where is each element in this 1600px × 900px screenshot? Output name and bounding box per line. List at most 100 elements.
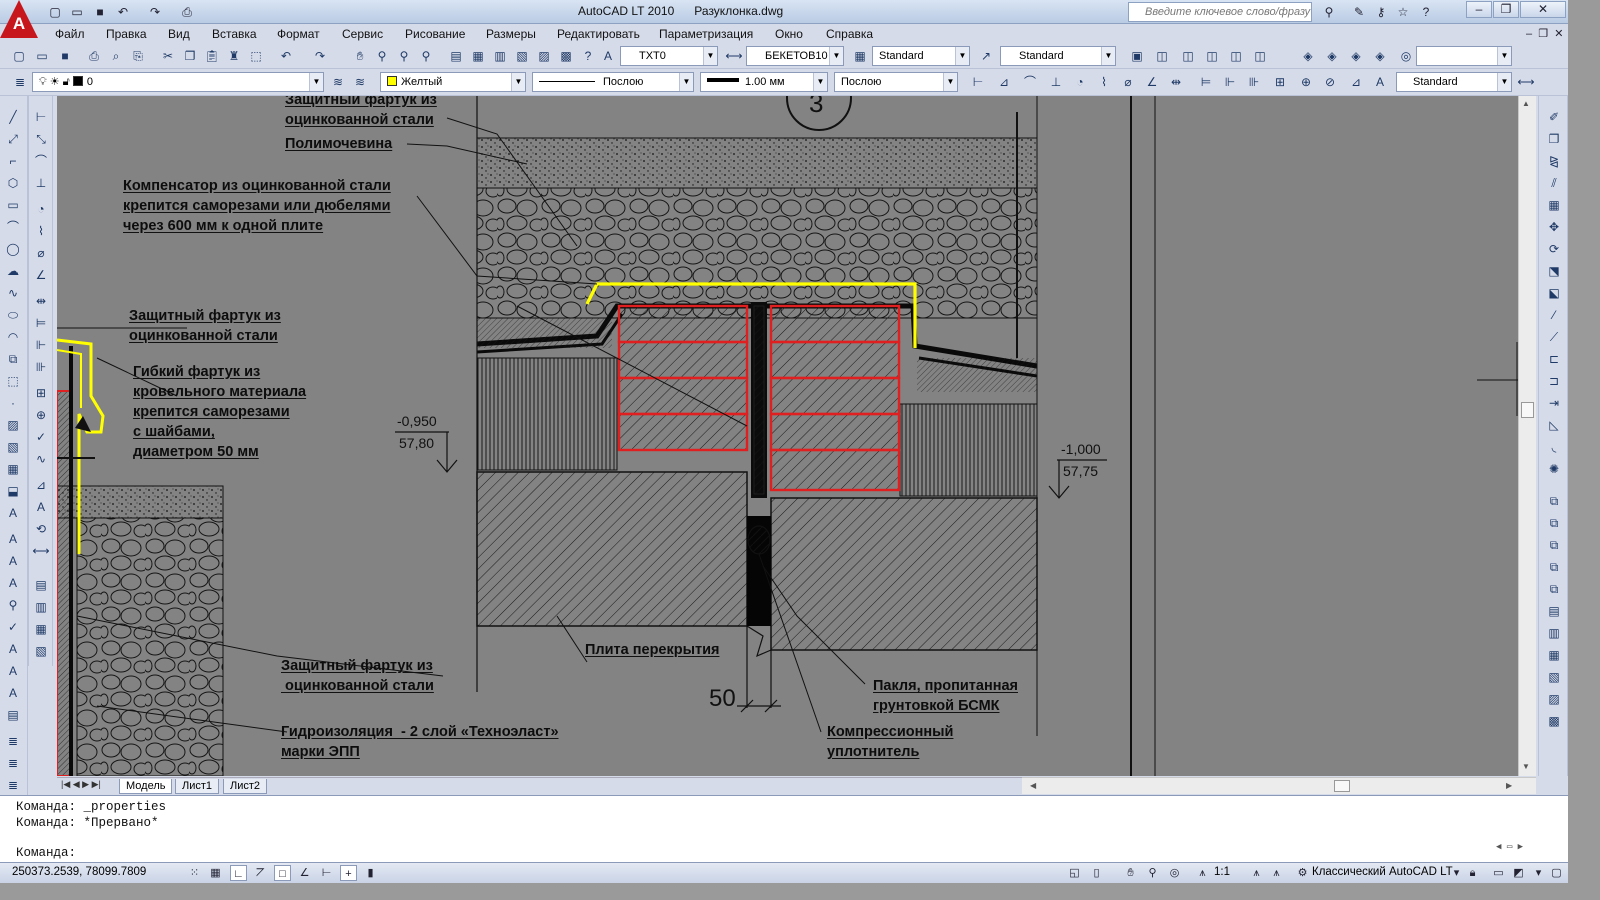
menu-dimension[interactable]: Размеры [486, 27, 536, 41]
bring-above-icon[interactable]: ⧉ [1545, 558, 1563, 576]
dynamic-ucs-icon[interactable]: ⊢ [318, 865, 335, 881]
pan-icon[interactable]: ✋︎ [350, 46, 370, 66]
open-icon[interactable]: ▭ [32, 46, 52, 66]
convert-text-icon[interactable]: A [4, 684, 22, 702]
iso-sw-icon[interactable]: ◈ [1298, 46, 1318, 66]
scroll-left-icon[interactable]: ◀ [1030, 781, 1036, 790]
grid-display-icon[interactable]: ▦ [207, 865, 224, 881]
help-icon[interactable]: ? [1417, 3, 1435, 20]
menu-help[interactable]: Справка [826, 27, 873, 41]
tab-nav-arrows[interactable]: |◀ ◀ ▶ ▶| [61, 779, 101, 790]
binoculars-icon[interactable]: ⚲ [1320, 3, 1338, 20]
dim-style-dropdown-2[interactable]: Standard ▼ [1396, 72, 1512, 92]
dim-text-edit-icon[interactable]: A [1370, 72, 1390, 92]
object-snap-tracking-icon[interactable]: ∠ [296, 865, 313, 881]
send-back-icon[interactable]: ⧉ [1545, 536, 1563, 554]
named-views-dropdown[interactable]: ▼ [1416, 46, 1512, 66]
aligned-dim-icon[interactable]: ⊿ [994, 72, 1014, 92]
lock-icon[interactable]: 🔒︎ [1464, 865, 1481, 881]
workspace-dropdown-icon[interactable]: ▾ [1448, 865, 1465, 881]
copy-object-icon[interactable]: ❐ [1545, 130, 1563, 148]
layer-freeze-icon[interactable]: ≣ [4, 754, 22, 772]
dim-jogged-icon[interactable]: ⌇ [32, 222, 50, 240]
join-icon[interactable]: ⇥ [1545, 394, 1563, 412]
layer-properties-icon[interactable]: ≣ [10, 72, 30, 92]
dim-edit-icon[interactable]: ⊿ [1346, 72, 1366, 92]
polar-tracking-icon[interactable]: ⦢ [252, 865, 269, 881]
menubar-window-controls[interactable]: – ❐ ✕ [1526, 27, 1563, 40]
rectangle-icon[interactable]: ▭ [4, 196, 22, 214]
text-scale-icon[interactable]: A [4, 640, 22, 658]
iso-ne-icon[interactable]: ◈ [1346, 46, 1366, 66]
menu-file[interactable]: Файл [55, 27, 85, 41]
dim-diameter-icon[interactable]: ⌀ [32, 244, 50, 262]
line-icon[interactable]: ╱ [4, 108, 22, 126]
view-front-icon[interactable]: ◫ [1178, 46, 1198, 66]
view-top-icon[interactable]: ◫ [1152, 46, 1172, 66]
radius-dim-icon[interactable]: ◔ [1070, 72, 1090, 92]
chamfer-icon[interactable]: ◺ [1545, 416, 1563, 434]
field-icon[interactable]: ▤ [32, 576, 50, 594]
cut-icon[interactable]: ✂ [158, 46, 178, 66]
fillet-icon[interactable]: ◟ [1545, 438, 1563, 456]
trim-icon[interactable]: ⁄ [1545, 306, 1563, 324]
save-icon[interactable]: ■ [55, 46, 75, 66]
tool-palettes-icon[interactable]: ▥ [490, 46, 510, 66]
dim-quick-icon[interactable]: ⇹ [32, 292, 50, 310]
ordinate-dim-icon[interactable]: ⊥ [1046, 72, 1066, 92]
inspection-icon[interactable]: ⊘ [1320, 72, 1340, 92]
send-under-icon[interactable]: ⧉ [1545, 580, 1563, 598]
dim-edit-icon-2[interactable]: ⊿ [32, 476, 50, 494]
attribute-manager-icon[interactable]: ▧ [32, 642, 50, 660]
jogged-dim-icon[interactable]: ⌇ [1094, 72, 1114, 92]
close-window-button[interactable]: ✕ [1520, 1, 1566, 18]
center-mark-icon-2[interactable]: ⊕ [32, 406, 50, 424]
make-object-layer-current-icon[interactable]: ≋ [328, 72, 348, 92]
block-attribute-icon[interactable]: ▦ [32, 620, 50, 638]
lineweight-toggle-icon[interactable]: ▮ [362, 865, 379, 881]
zoom-status-icon[interactable]: ⚲ [1144, 865, 1161, 881]
multileader-style-dropdown[interactable]: Standard ▼ [1000, 46, 1116, 66]
hatch-icon[interactable]: ▨ [4, 416, 22, 434]
dim-space-icon[interactable]: ⊪ [1244, 72, 1264, 92]
array-icon[interactable]: ▦ [1545, 196, 1563, 214]
tolerance-icon[interactable]: ⊞ [1270, 72, 1290, 92]
revision-cloud-icon[interactable]: ☁ [4, 262, 22, 280]
undo-icon[interactable]: ↶ [276, 46, 296, 66]
help-icon[interactable]: ? [578, 46, 598, 66]
tab-layout2[interactable]: Лист2 [223, 779, 268, 794]
text-style-icon-2[interactable]: A [4, 552, 22, 570]
menu-tools[interactable]: Сервис [342, 27, 383, 41]
stretch-icon[interactable]: ⬕ [1545, 284, 1563, 302]
menu-format[interactable]: Формат [277, 27, 320, 41]
ellipse-icon[interactable]: ⬭ [4, 306, 22, 324]
communication-center-icon[interactable]: ✎ [1350, 3, 1368, 20]
scroll-up-icon[interactable]: ▲ [1522, 99, 1530, 108]
menu-window[interactable]: Окно [775, 27, 803, 41]
continue-dim-icon[interactable]: ⊩ [1220, 72, 1240, 92]
dim-style-icon-2[interactable]: ⟷ [32, 542, 50, 560]
erase-icon[interactable]: ✐ [1545, 108, 1563, 126]
dim-style-manager-icon[interactable]: ⟷ [1516, 72, 1536, 92]
polyline-icon[interactable]: ⌐ [4, 152, 22, 170]
wipeout-icon[interactable]: ▩ [1545, 712, 1563, 730]
view-right-icon[interactable]: ◫ [1226, 46, 1246, 66]
menu-parametric[interactable]: Параметризация [659, 27, 753, 41]
center-mark-icon[interactable]: ⊕ [1296, 72, 1316, 92]
scroll-down-icon[interactable]: ▼ [1522, 762, 1530, 771]
zoom-previous-icon[interactable]: ⚲ [416, 46, 436, 66]
dim-arc-icon[interactable]: ⌒ [32, 152, 50, 170]
layout-icon[interactable]: ▯ [1088, 865, 1105, 881]
dim-continue-icon[interactable]: ⊩ [32, 336, 50, 354]
make-block-icon[interactable]: ⬚ [4, 372, 22, 390]
attribute-icon[interactable]: ▥ [32, 598, 50, 616]
object-snap-icon[interactable]: □ [274, 865, 291, 881]
plot-preview-icon[interactable]: ⌕ [106, 46, 126, 66]
dim-style-icon[interactable]: ⟷ [724, 46, 744, 66]
publish-icon[interactable]: ⎘ [128, 46, 148, 66]
maximize-button[interactable]: ❐ [1493, 1, 1519, 18]
justify-text-icon[interactable]: A [4, 662, 22, 680]
command-prompt[interactable]: Команда: [16, 846, 76, 860]
layer-off-icon[interactable]: ≣ [4, 776, 22, 794]
redo-icon[interactable]: ↷ [310, 46, 330, 66]
